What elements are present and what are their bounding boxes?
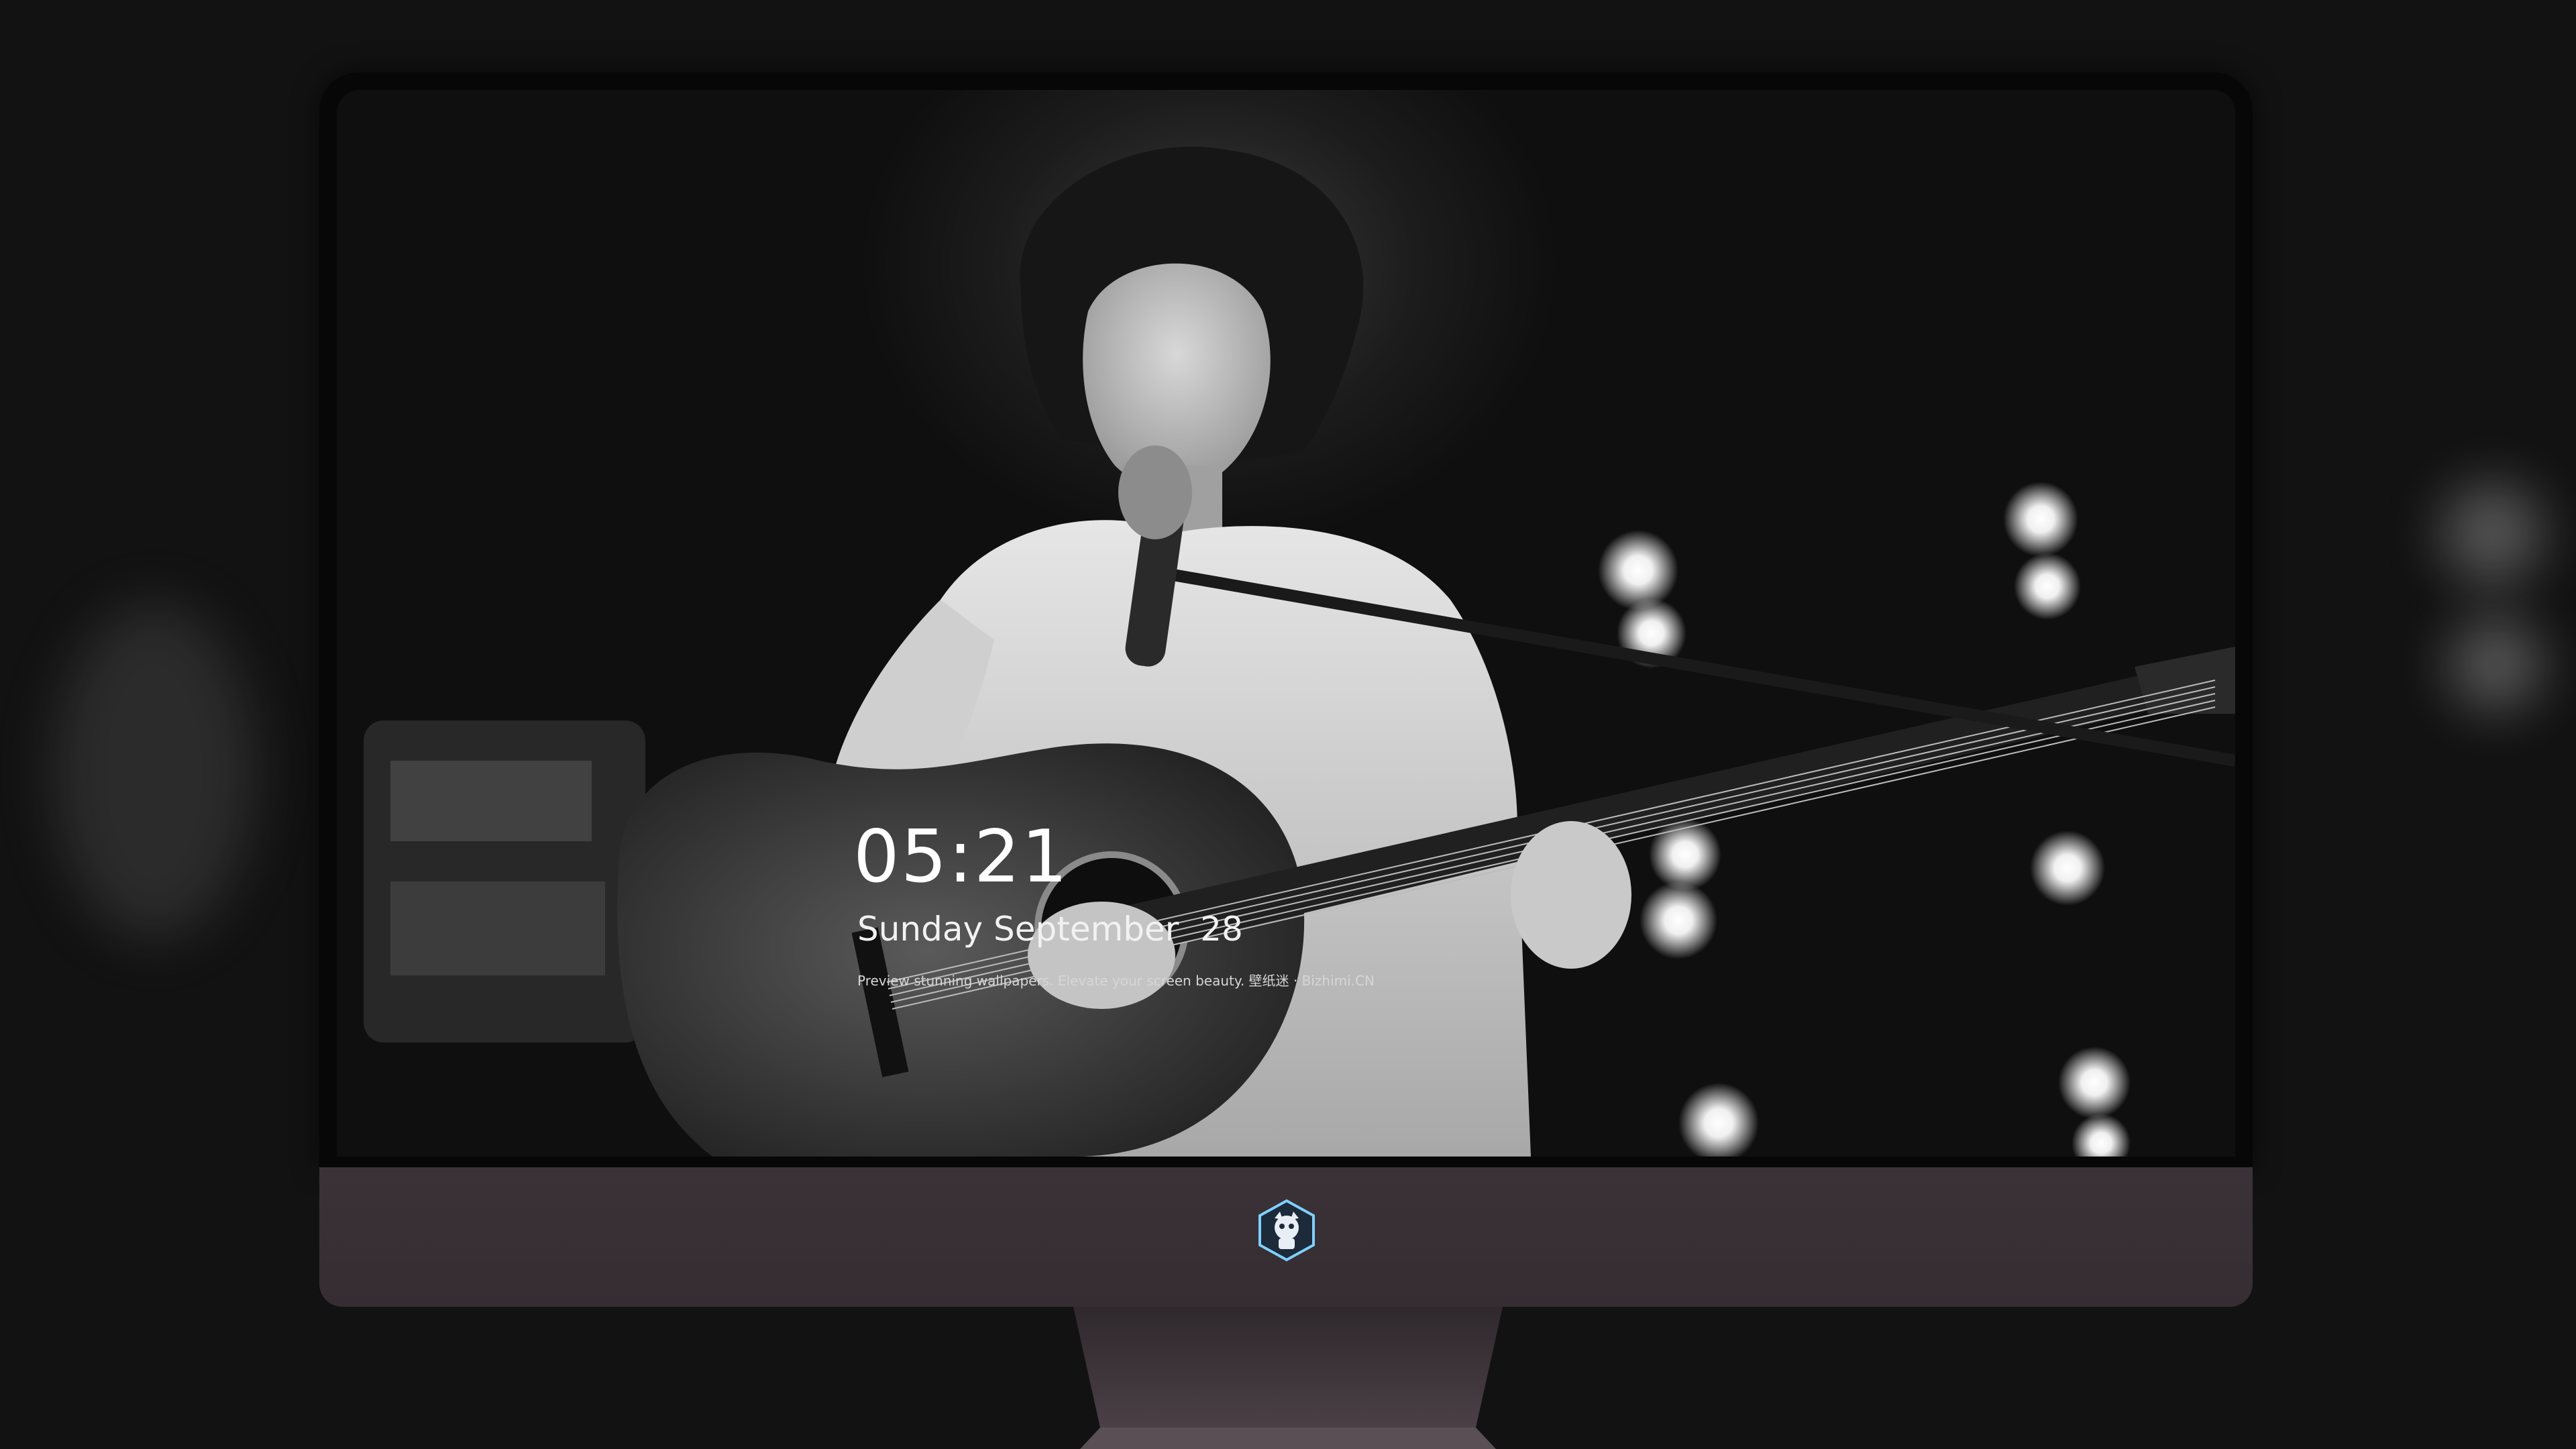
imac-monitor: 05:21 Sunday September 28 Preview stunni… xyxy=(319,72,2253,1307)
brand-logo xyxy=(1258,1199,1315,1262)
lock-screen-time: 05:21 xyxy=(853,815,1069,899)
monitor-stand xyxy=(1073,1307,1503,1449)
monitor-bezel: 05:21 Sunday September 28 Preview stunni… xyxy=(319,72,2253,1167)
wallpaper-tagline: Preview stunning wallpapers. Elevate you… xyxy=(857,973,1375,989)
wallpaper-image xyxy=(364,146,2235,1157)
desktop-screen: 05:21 Sunday September 28 Preview stunni… xyxy=(337,90,2235,1157)
lock-screen-date: Sunday September 28 xyxy=(857,910,1243,949)
